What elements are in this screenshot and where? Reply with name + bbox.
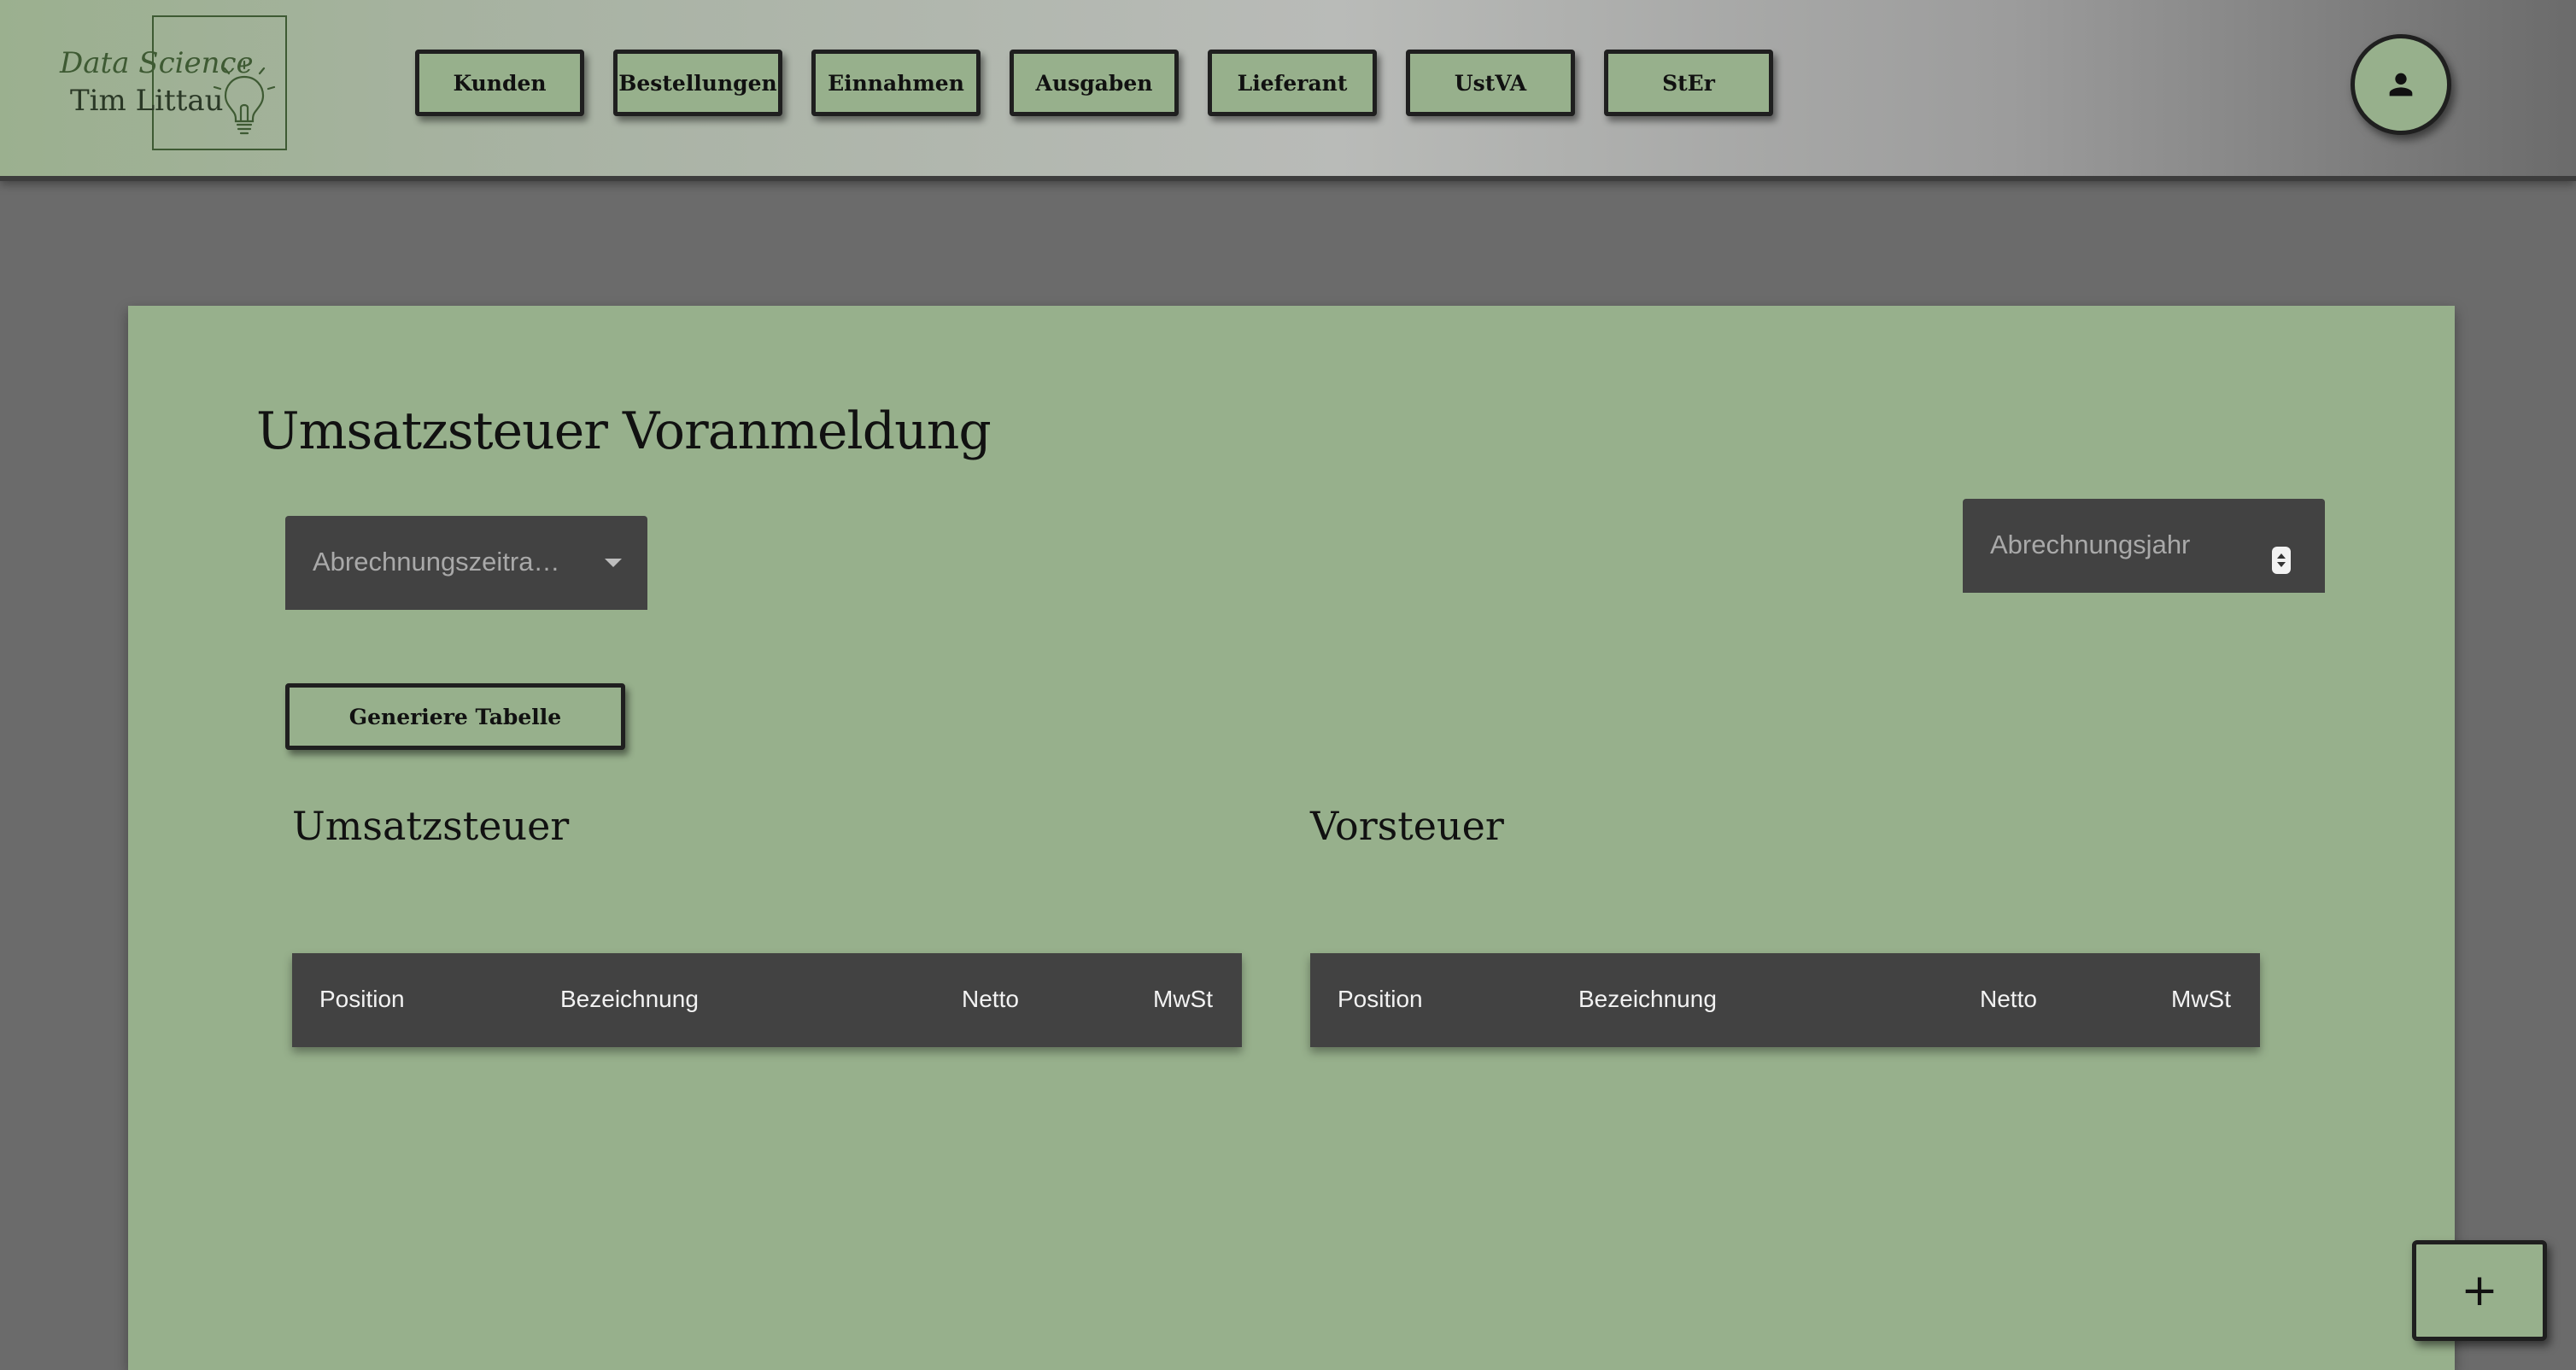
nav-ausgaben-button[interactable]: Ausgaben <box>1010 50 1179 116</box>
account-button[interactable] <box>2351 34 2451 135</box>
sales-tax-table-header: Position Bezeichnung Netto MwSt <box>292 953 1242 1047</box>
period-select[interactable]: Abrechnungszeitra… <box>285 516 647 610</box>
year-input-placeholder: Abrechnungsjahr <box>1990 530 2191 559</box>
page-title: Umsatzsteuer Voranmeldung <box>256 401 992 461</box>
nav-ster-button[interactable]: StEr <box>1604 50 1773 116</box>
nav-ustva-button[interactable]: UstVA <box>1406 50 1575 116</box>
nav-bestellungen-button[interactable]: Bestellungen <box>613 50 782 116</box>
column-header-mwst[interactable]: MwSt <box>2171 986 2231 1013</box>
nav-einnahmen-button[interactable]: Einnahmen <box>811 50 981 116</box>
app-header: Data Science Tim Littau Kunden Bestellun… <box>0 0 2576 181</box>
logo-subtitle: Tim Littau <box>70 84 224 118</box>
lightbulb-icon <box>213 60 276 135</box>
ustva-card: Umsatzsteuer Voranmeldung Abrechnungszei… <box>128 306 2455 1370</box>
year-input[interactable]: Abrechnungsjahr <box>1963 499 2325 593</box>
column-header-mwst[interactable]: MwSt <box>1153 986 1213 1013</box>
spinner-icon[interactable] <box>2272 547 2291 574</box>
column-header-bezeichnung[interactable]: Bezeichnung <box>1578 986 1717 1013</box>
add-button[interactable]: + <box>2412 1240 2547 1341</box>
spin-up-icon[interactable] <box>2277 553 2286 559</box>
main-nav: Kunden Bestellungen Einnahmen Ausgaben L… <box>415 50 1773 116</box>
logo[interactable]: Data Science Tim Littau <box>48 14 296 154</box>
input-tax-title: Vorsteuer <box>1310 803 1504 849</box>
period-select-placeholder: Abrechnungszeitra… <box>313 547 560 577</box>
column-header-bezeichnung[interactable]: Bezeichnung <box>560 986 699 1013</box>
column-header-position[interactable]: Position <box>1338 986 1423 1013</box>
column-header-netto[interactable]: Netto <box>1980 986 2037 1013</box>
generate-table-button[interactable]: Generiere Tabelle <box>285 683 625 750</box>
nav-lieferant-button[interactable]: Lieferant <box>1208 50 1377 116</box>
column-header-netto[interactable]: Netto <box>962 986 1019 1013</box>
spin-down-icon[interactable] <box>2277 562 2286 567</box>
input-tax-table-header: Position Bezeichnung Netto MwSt <box>1310 953 2260 1047</box>
column-header-position[interactable]: Position <box>319 986 405 1013</box>
nav-kunden-button[interactable]: Kunden <box>415 50 584 116</box>
plus-icon: + <box>2461 1265 2498 1316</box>
person-icon <box>2389 73 2413 97</box>
chevron-down-icon <box>605 559 622 567</box>
sales-tax-title: Umsatzsteuer <box>292 803 570 849</box>
